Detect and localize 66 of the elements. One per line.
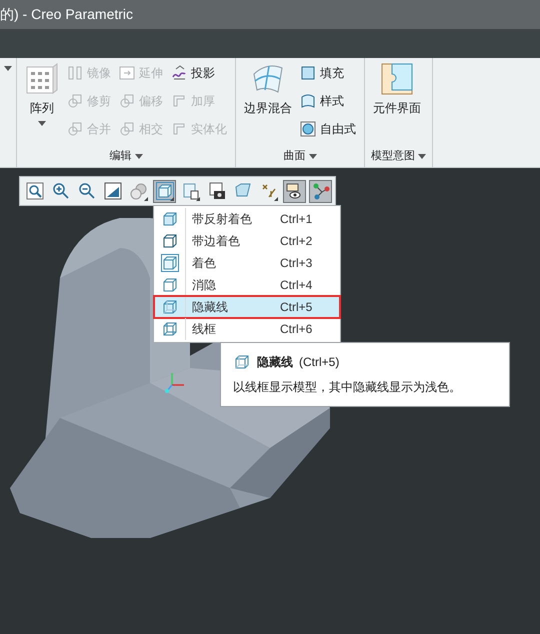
offset-icon <box>119 93 135 109</box>
tooltip-description: 以线框显示模型，其中隐藏线显示为浅色。 <box>233 379 462 396</box>
cube-icon <box>160 276 178 294</box>
ribbon-button[interactable]: 投影 <box>169 62 229 84</box>
nodes-icon <box>312 182 330 200</box>
cube-icon <box>160 232 178 250</box>
ribbon-large-button[interactable]: 阵列 <box>23 62 61 145</box>
caret-icon <box>134 154 142 158</box>
cube-icon <box>160 254 178 272</box>
group-label[interactable]: 编辑 <box>110 146 132 166</box>
menu-label: 消隐 <box>191 276 217 294</box>
intersect-icon <box>119 121 135 137</box>
ribbon-large-button[interactable]: 边界混合 <box>242 62 294 145</box>
style-surface-icon <box>300 93 316 109</box>
window-title: 的) - Creo Parametric <box>0 6 134 24</box>
menu-item[interactable]: 带反射着色 Ctrl+1 <box>154 208 340 230</box>
ribbon-button[interactable]: 样式 <box>298 90 358 112</box>
cube-icon <box>160 210 178 228</box>
menu-label: 着色 <box>191 254 217 272</box>
group-label[interactable]: 曲面 <box>284 146 306 166</box>
menu-item[interactable]: 带边着色 Ctrl+2 <box>154 230 340 252</box>
menu-shortcut: Ctrl+5 <box>280 300 314 314</box>
ribbon-large-button[interactable]: 元件界面 <box>371 62 423 145</box>
freeform-icon <box>300 121 316 137</box>
group-label[interactable]: 模型意图 <box>371 146 415 166</box>
menu-shortcut: Ctrl+2 <box>280 234 314 248</box>
zoom-in-icon <box>52 182 70 200</box>
spheres-icon <box>130 182 148 200</box>
menu-label: 带边着色 <box>191 232 241 250</box>
tooltip-shortcut: (Ctrl+5) <box>299 355 340 369</box>
extend-icon <box>119 65 135 81</box>
zoom-fit-icon <box>26 182 44 200</box>
trim-icon <box>67 93 83 109</box>
mirror-icon <box>67 65 83 81</box>
menu-item[interactable]: 着色 Ctrl+3 <box>154 252 340 274</box>
menu-label: 带反射着色 <box>191 210 253 228</box>
menu-shortcut: Ctrl+3 <box>280 256 314 270</box>
projection-icon <box>171 65 187 81</box>
menu-item[interactable]: 隐藏线 Ctrl+5 <box>154 296 340 318</box>
toolbar-button[interactable] <box>283 180 306 202</box>
cube-icon <box>160 298 178 316</box>
ribbon-button[interactable]: 填充 <box>298 62 358 84</box>
thicken-icon <box>171 93 187 109</box>
menu-label: 线框 <box>191 320 217 338</box>
menu-shortcut: Ctrl+6 <box>280 322 314 336</box>
menu-shortcut: Ctrl+1 <box>280 212 314 226</box>
puzzle-icon <box>380 62 414 96</box>
cube-icon <box>233 353 251 371</box>
caret-icon <box>38 121 46 126</box>
caret-icon <box>308 154 316 158</box>
fill-icon <box>300 65 316 81</box>
caret-icon <box>4 66 12 71</box>
merge-icon <box>67 121 83 137</box>
cube-icon <box>156 182 174 200</box>
cube-icon <box>160 320 178 338</box>
pattern-icon <box>25 62 59 96</box>
tooltip-title: 隐藏线 <box>257 354 293 370</box>
menu-item[interactable]: 线框 Ctrl+6 <box>154 318 340 340</box>
solidify-icon <box>171 121 187 137</box>
menu-label: 隐藏线 <box>191 298 229 316</box>
toolbar-button[interactable] <box>309 180 332 202</box>
axis-icon <box>164 371 186 395</box>
ribbon-button[interactable]: 自由式 <box>298 118 358 140</box>
caret-icon <box>418 154 426 158</box>
zoom-out-icon <box>78 182 96 200</box>
menu-shortcut: Ctrl+4 <box>280 278 314 292</box>
